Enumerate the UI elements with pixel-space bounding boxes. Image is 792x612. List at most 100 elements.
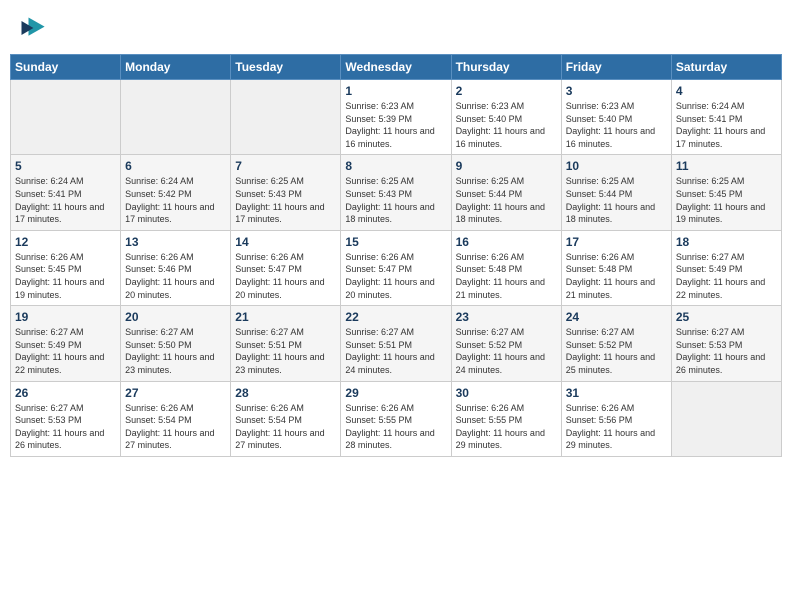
day-number: 8 — [345, 159, 446, 173]
calendar-cell: 10 Sunrise: 6:25 AMSunset: 5:44 PMDayligh… — [561, 155, 671, 230]
day-info: Sunrise: 6:26 AMSunset: 5:55 PMDaylight:… — [456, 403, 545, 451]
day-info: Sunrise: 6:26 AMSunset: 5:45 PMDaylight:… — [15, 252, 104, 300]
calendar-cell: 19 Sunrise: 6:27 AMSunset: 5:49 PMDayligh… — [11, 306, 121, 381]
day-info: Sunrise: 6:24 AMSunset: 5:41 PMDaylight:… — [676, 101, 765, 149]
day-number: 19 — [15, 310, 116, 324]
day-info: Sunrise: 6:27 AMSunset: 5:49 PMDaylight:… — [15, 327, 104, 375]
weekday-header-monday: Monday — [121, 55, 231, 80]
calendar-cell: 4 Sunrise: 6:24 AMSunset: 5:41 PMDaylight… — [671, 80, 781, 155]
calendar-week-row: 19 Sunrise: 6:27 AMSunset: 5:49 PMDayligh… — [11, 306, 782, 381]
day-info: Sunrise: 6:26 AMSunset: 5:56 PMDaylight:… — [566, 403, 655, 451]
calendar-cell: 6 Sunrise: 6:24 AMSunset: 5:42 PMDaylight… — [121, 155, 231, 230]
calendar-week-row: 5 Sunrise: 6:24 AMSunset: 5:41 PMDaylight… — [11, 155, 782, 230]
day-info: Sunrise: 6:27 AMSunset: 5:49 PMDaylight:… — [676, 252, 765, 300]
calendar-cell: 15 Sunrise: 6:26 AMSunset: 5:47 PMDayligh… — [341, 230, 451, 305]
day-info: Sunrise: 6:25 AMSunset: 5:43 PMDaylight:… — [345, 176, 434, 224]
day-number: 7 — [235, 159, 336, 173]
calendar-cell: 17Sunrise: 6:26 AMSunset: 5:48 PMDayligh… — [561, 230, 671, 305]
calendar-cell: 22Sunrise: 6:27 AMSunset: 5:51 PMDayligh… — [341, 306, 451, 381]
day-info: Sunrise: 6:26 AMSunset: 5:54 PMDaylight:… — [235, 403, 324, 451]
calendar-cell — [11, 80, 121, 155]
day-number: 6 — [125, 159, 226, 173]
day-number: 3 — [566, 84, 667, 98]
day-info: Sunrise: 6:23 AMSunset: 5:40 PMDaylight:… — [566, 101, 655, 149]
day-info: Sunrise: 6:27 AMSunset: 5:53 PMDaylight:… — [676, 327, 765, 375]
day-number: 24 — [566, 310, 667, 324]
calendar-cell: 20Sunrise: 6:27 AMSunset: 5:50 PMDayligh… — [121, 306, 231, 381]
calendar-cell: 18 Sunrise: 6:27 AMSunset: 5:49 PMDayligh… — [671, 230, 781, 305]
day-info: Sunrise: 6:25 AMSunset: 5:44 PMDaylight:… — [566, 176, 655, 224]
day-number: 31 — [566, 386, 667, 400]
weekday-header-saturday: Saturday — [671, 55, 781, 80]
day-info: Sunrise: 6:26 AMSunset: 5:47 PMDaylight:… — [345, 252, 434, 300]
calendar-week-row: 26Sunrise: 6:27 AMSunset: 5:53 PMDayligh… — [11, 381, 782, 456]
page-header — [10, 10, 782, 46]
calendar-cell: 12 Sunrise: 6:26 AMSunset: 5:45 PMDayligh… — [11, 230, 121, 305]
day-info: Sunrise: 6:26 AMSunset: 5:46 PMDaylight:… — [125, 252, 214, 300]
day-number: 28 — [235, 386, 336, 400]
day-info: Sunrise: 6:25 AMSunset: 5:45 PMDaylight:… — [676, 176, 765, 224]
day-number: 21 — [235, 310, 336, 324]
calendar-cell: 13 Sunrise: 6:26 AMSunset: 5:46 PMDayligh… — [121, 230, 231, 305]
day-info: Sunrise: 6:25 AMSunset: 5:43 PMDaylight:… — [235, 176, 324, 224]
day-number: 1 — [345, 84, 446, 98]
day-info: Sunrise: 6:23 AMSunset: 5:39 PMDaylight:… — [345, 101, 434, 149]
calendar-cell: 16 Sunrise: 6:26 AMSunset: 5:48 PMDayligh… — [451, 230, 561, 305]
day-number: 30 — [456, 386, 557, 400]
day-number: 16 — [456, 235, 557, 249]
calendar-cell: 9Sunrise: 6:25 AMSunset: 5:44 PMDaylight… — [451, 155, 561, 230]
calendar-cell — [121, 80, 231, 155]
day-number: 25 — [676, 310, 777, 324]
day-number: 29 — [345, 386, 446, 400]
day-info: Sunrise: 6:27 AMSunset: 5:51 PMDaylight:… — [235, 327, 324, 375]
calendar-cell: 23Sunrise: 6:27 AMSunset: 5:52 PMDayligh… — [451, 306, 561, 381]
day-number: 4 — [676, 84, 777, 98]
logo-icon — [18, 14, 46, 42]
calendar-week-row: 1 Sunrise: 6:23 AMSunset: 5:39 PMDaylight… — [11, 80, 782, 155]
calendar-cell: 8 Sunrise: 6:25 AMSunset: 5:43 PMDaylight… — [341, 155, 451, 230]
day-info: Sunrise: 6:24 AMSunset: 5:41 PMDaylight:… — [15, 176, 104, 224]
calendar-cell: 3 Sunrise: 6:23 AMSunset: 5:40 PMDaylight… — [561, 80, 671, 155]
calendar-cell: 31 Sunrise: 6:26 AMSunset: 5:56 PMDayligh… — [561, 381, 671, 456]
day-number: 2 — [456, 84, 557, 98]
calendar-cell: 28 Sunrise: 6:26 AMSunset: 5:54 PMDayligh… — [231, 381, 341, 456]
calendar-cell: 21 Sunrise: 6:27 AMSunset: 5:51 PMDayligh… — [231, 306, 341, 381]
day-number: 15 — [345, 235, 446, 249]
day-info: Sunrise: 6:26 AMSunset: 5:47 PMDaylight:… — [235, 252, 324, 300]
weekday-header-row: SundayMondayTuesdayWednesdayThursdayFrid… — [11, 55, 782, 80]
calendar-cell: 1 Sunrise: 6:23 AMSunset: 5:39 PMDaylight… — [341, 80, 451, 155]
day-number: 18 — [676, 235, 777, 249]
calendar-cell: 2 Sunrise: 6:23 AMSunset: 5:40 PMDaylight… — [451, 80, 561, 155]
day-number: 12 — [15, 235, 116, 249]
calendar-table: SundayMondayTuesdayWednesdayThursdayFrid… — [10, 54, 782, 457]
day-info: Sunrise: 6:23 AMSunset: 5:40 PMDaylight:… — [456, 101, 545, 149]
day-info: Sunrise: 6:27 AMSunset: 5:51 PMDaylight:… — [345, 327, 434, 375]
day-number: 5 — [15, 159, 116, 173]
day-number: 14 — [235, 235, 336, 249]
day-number: 10 — [566, 159, 667, 173]
calendar-cell — [671, 381, 781, 456]
day-number: 23 — [456, 310, 557, 324]
weekday-header-tuesday: Tuesday — [231, 55, 341, 80]
day-info: Sunrise: 6:27 AMSunset: 5:53 PMDaylight:… — [15, 403, 104, 451]
weekday-header-wednesday: Wednesday — [341, 55, 451, 80]
calendar-cell: 24 Sunrise: 6:27 AMSunset: 5:52 PMDayligh… — [561, 306, 671, 381]
day-info: Sunrise: 6:27 AMSunset: 5:52 PMDaylight:… — [566, 327, 655, 375]
day-info: Sunrise: 6:26 AMSunset: 5:48 PMDaylight:… — [456, 252, 545, 300]
logo — [10, 10, 50, 46]
calendar-cell — [231, 80, 341, 155]
calendar-cell: 14 Sunrise: 6:26 AMSunset: 5:47 PMDayligh… — [231, 230, 341, 305]
day-info: Sunrise: 6:25 AMSunset: 5:44 PMDaylight:… — [456, 176, 545, 224]
calendar-cell: 26Sunrise: 6:27 AMSunset: 5:53 PMDayligh… — [11, 381, 121, 456]
calendar-cell: 27Sunrise: 6:26 AMSunset: 5:54 PMDayligh… — [121, 381, 231, 456]
day-info: Sunrise: 6:26 AMSunset: 5:54 PMDaylight:… — [125, 403, 214, 451]
weekday-header-sunday: Sunday — [11, 55, 121, 80]
calendar-week-row: 12 Sunrise: 6:26 AMSunset: 5:45 PMDayligh… — [11, 230, 782, 305]
day-info: Sunrise: 6:26 AMSunset: 5:55 PMDaylight:… — [345, 403, 434, 451]
day-number: 13 — [125, 235, 226, 249]
calendar-cell: 25 Sunrise: 6:27 AMSunset: 5:53 PMDayligh… — [671, 306, 781, 381]
day-info: Sunrise: 6:26 AMSunset: 5:48 PMDaylight:… — [566, 252, 655, 300]
day-info: Sunrise: 6:24 AMSunset: 5:42 PMDaylight:… — [125, 176, 214, 224]
weekday-header-friday: Friday — [561, 55, 671, 80]
calendar-cell: 29 Sunrise: 6:26 AMSunset: 5:55 PMDayligh… — [341, 381, 451, 456]
